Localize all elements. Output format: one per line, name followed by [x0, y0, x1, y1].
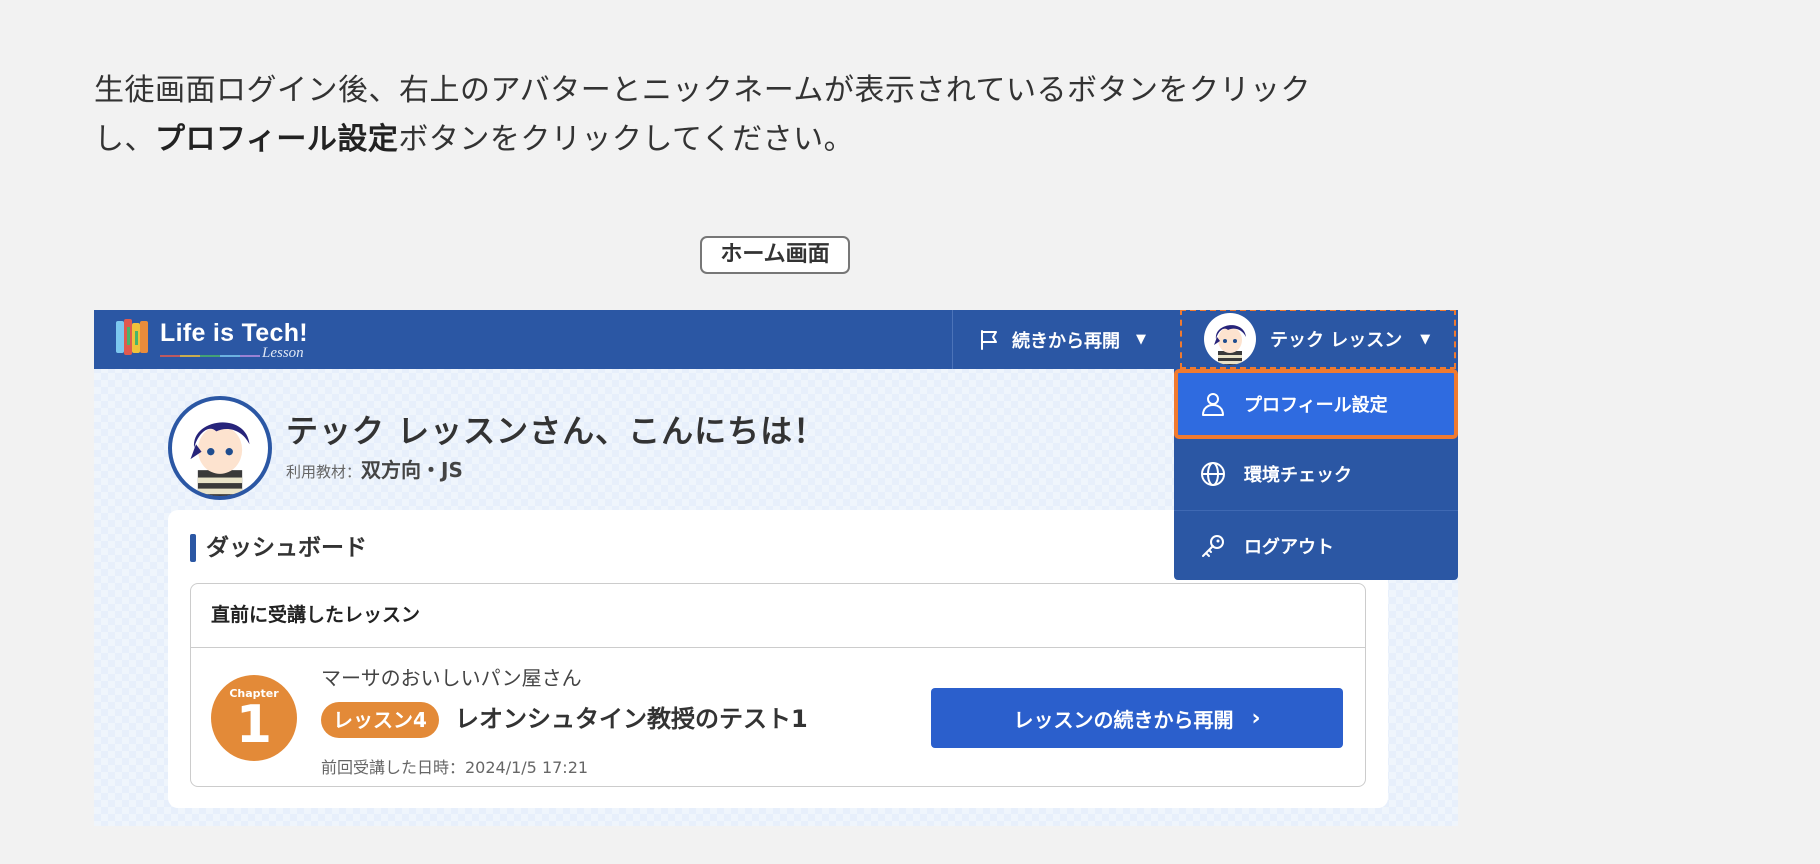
instruction-prefix: し、: [94, 122, 155, 157]
instruction-line-2: し、プロフィール設定ボタンをクリックしてください。: [94, 115, 1434, 164]
chapter-badge: Chapter 1: [211, 675, 297, 761]
material-value: 双方向・JS: [361, 458, 463, 482]
instruction-text: 生徒画面ログイン後、右上のアバターとニックネームが表示されているボタンをクリック…: [94, 66, 1434, 164]
chapter-number: 1: [235, 695, 273, 755]
user-menu-name: テック レッスン: [1270, 330, 1403, 351]
logo-underline: [160, 355, 260, 357]
flag-icon: [981, 329, 997, 350]
dropdown-item-label: プロフィール設定: [1244, 395, 1388, 416]
user-dropdown-menu: プロフィール設定 環境チェック ログアウト: [1174, 369, 1458, 580]
top-navigation-bar: Life is Tech! Lesson 続きから再開 ▼ テック レッスン ▼: [94, 310, 1458, 369]
logo-subtext: Lesson: [262, 345, 304, 361]
lesson-badge: レッスン4: [321, 702, 439, 738]
logo-text: Life is Tech!: [160, 319, 308, 347]
instruction-line-1: 生徒画面ログイン後、右上のアバターとニックネームが表示されているボタンをクリック: [94, 73, 1311, 108]
nav-divider: [952, 310, 953, 369]
avatar-character-icon: [190, 422, 250, 496]
logo-mark-icon: [116, 319, 148, 355]
greeting-heading: テック レッスンさん、こんにちは！: [286, 412, 827, 450]
resume-lesson-button[interactable]: レッスンの続きから再開 ›: [931, 688, 1343, 748]
avatar-character-icon: [1214, 325, 1246, 365]
dropdown-item-label: ログアウト: [1244, 536, 1334, 558]
material-label: 利用教材：: [286, 463, 362, 481]
recent-lesson-card: 直前に受講したレッスン Chapter 1 マーサのおいしいパン屋さん レッスン…: [190, 583, 1366, 787]
globe-icon: [1198, 459, 1228, 489]
key-icon: [1198, 531, 1228, 561]
chevron-right-icon: ›: [1251, 705, 1261, 731]
recent-lesson-header: 直前に受講したレッスン: [191, 584, 1365, 648]
instruction-bold-term: プロフィール設定: [155, 122, 399, 157]
instruction-suffix: ボタンをクリックしてください。: [398, 122, 855, 157]
dashboard-title: ダッシュボード: [190, 532, 367, 564]
last-attended-date: 前回受講した日時：2024/1/5 17:21: [321, 758, 589, 777]
user-avatar: [1204, 313, 1256, 365]
resume-menu-button[interactable]: 続きから再開 ▼: [978, 310, 1146, 369]
lesson-title: レオンシュタイン教授のテスト1: [455, 705, 808, 733]
dropdown-item-label: 環境チェック: [1244, 465, 1352, 486]
screen-label: ホーム画面: [700, 236, 850, 274]
user-icon: [1198, 389, 1228, 419]
material-info: 利用教材：双方向・JS: [286, 454, 463, 483]
resume-lesson-label: レッスンの続きから再開: [1013, 707, 1234, 732]
dropdown-item-logout[interactable]: ログアウト: [1174, 510, 1458, 580]
caret-down-icon: ▼: [1420, 331, 1431, 347]
dropdown-item-profile-settings[interactable]: プロフィール設定: [1174, 369, 1458, 439]
profile-avatar: [168, 396, 272, 500]
caret-down-icon: ▼: [1136, 332, 1146, 347]
resume-menu-label: 続きから再開: [1012, 330, 1120, 352]
dropdown-item-environment-check[interactable]: 環境チェック: [1174, 439, 1458, 509]
course-name: マーサのおいしいパン屋さん: [321, 666, 582, 690]
logo[interactable]: Life is Tech! Lesson: [114, 317, 314, 363]
user-menu-button[interactable]: テック レッスン ▼: [1180, 310, 1456, 369]
app-screenshot: Life is Tech! Lesson 続きから再開 ▼ テック レッスン ▼…: [94, 310, 1458, 826]
